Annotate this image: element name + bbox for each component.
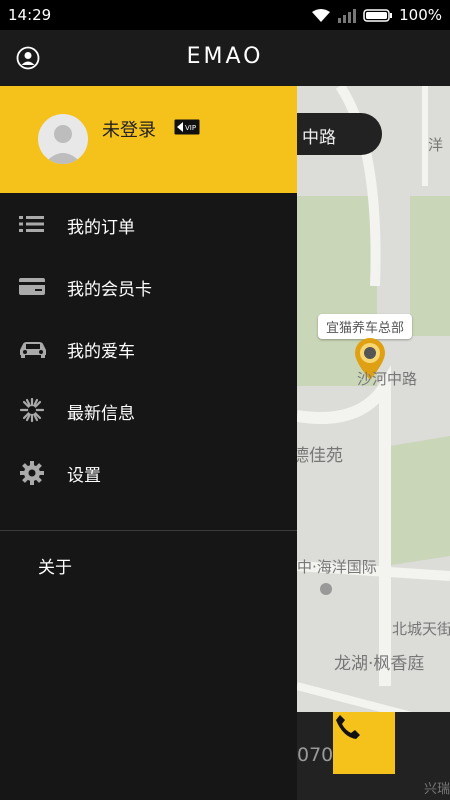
card-icon xyxy=(18,274,46,298)
vip-badge-icon: VIP xyxy=(174,119,200,139)
menu-item-label: 最新信息 xyxy=(67,404,135,424)
status-time: 14:29 xyxy=(8,6,52,24)
menu-item-orders[interactable]: 我的订单 xyxy=(0,193,297,255)
drawer-menu: 我的订单 我的会员卡 我的爱车 最新信息 设置 xyxy=(0,193,297,503)
road-label: 沙河中路 xyxy=(357,370,418,388)
phone-number: 070 xyxy=(297,744,334,766)
menu-item-label: 我的会员卡 xyxy=(67,280,152,300)
app-logo: EMAO xyxy=(186,44,264,69)
menu-item-label: 设置 xyxy=(67,466,101,486)
nav-drawer: 未登录 VIP 我的订单 我的会员卡 我的爱车 最新信息 设置 关于 xyxy=(0,86,297,800)
car-icon xyxy=(18,336,46,360)
signal-icon xyxy=(337,8,357,23)
battery-icon xyxy=(363,8,393,23)
menu-item-news[interactable]: 最新信息 xyxy=(0,379,297,441)
estate-label: 中·海洋国际 xyxy=(297,558,377,576)
estate-label: 德佳苑 xyxy=(292,446,343,466)
app-header: EMAO xyxy=(0,30,450,86)
username[interactable]: 未登录 xyxy=(102,116,156,142)
menu-item-label: 我的订单 xyxy=(67,218,135,238)
burst-icon xyxy=(18,397,46,423)
menu-item-my-car[interactable]: 我的爱车 xyxy=(0,317,297,379)
menu-item-label: 我的爱车 xyxy=(67,342,135,362)
list-icon xyxy=(18,212,46,236)
area-label: 北城天街 xyxy=(392,620,450,638)
avatar[interactable] xyxy=(38,114,88,164)
menu-item-membership-card[interactable]: 我的会员卡 xyxy=(0,255,297,317)
menu-item-settings[interactable]: 设置 xyxy=(0,441,297,503)
battery-percent: 100% xyxy=(399,6,442,24)
map-label: 兴瑞 xyxy=(424,782,450,797)
estate-label: 龙湖·枫香庭 xyxy=(334,654,425,674)
divider xyxy=(0,530,297,531)
map-label: 洋 xyxy=(428,136,444,154)
vip-badge-text: VIP xyxy=(185,124,196,132)
about-link[interactable]: 关于 xyxy=(38,553,72,578)
user-panel[interactable]: 未登录 VIP xyxy=(0,86,297,193)
status-bar: 14:29 100% xyxy=(0,0,450,30)
wifi-icon xyxy=(311,8,331,23)
gear-icon xyxy=(18,460,46,485)
call-button[interactable] xyxy=(333,712,395,774)
search-fragment: 中路 xyxy=(302,128,336,148)
